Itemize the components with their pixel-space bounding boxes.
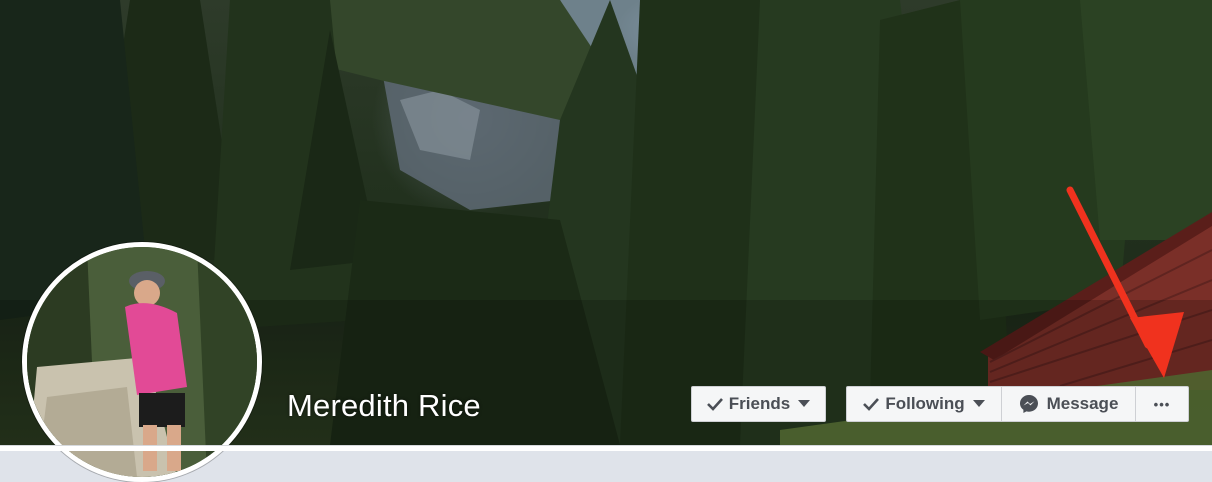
checkmark-icon (863, 397, 880, 411)
more-options-button[interactable]: ••• (1136, 387, 1188, 421)
more-options-icon: ••• (1153, 396, 1171, 412)
profile-picture-image (27, 247, 257, 477)
profile-nav-strip (0, 445, 1212, 451)
profile-name: Meredith Rice (287, 388, 481, 423)
following-button-label: Following (885, 394, 965, 413)
friends-button-label: Friends (728, 394, 791, 413)
profile-actions-group: Following Message ••• (846, 386, 1189, 422)
message-button-label: Message (1046, 394, 1119, 413)
caret-down-icon (798, 400, 811, 408)
message-button[interactable]: Message (1002, 387, 1135, 421)
messenger-icon (1019, 394, 1039, 414)
checkmark-icon (706, 397, 723, 411)
caret-down-icon (972, 400, 985, 408)
friends-button[interactable]: Friends (691, 386, 826, 422)
following-button[interactable]: Following (847, 387, 1001, 421)
